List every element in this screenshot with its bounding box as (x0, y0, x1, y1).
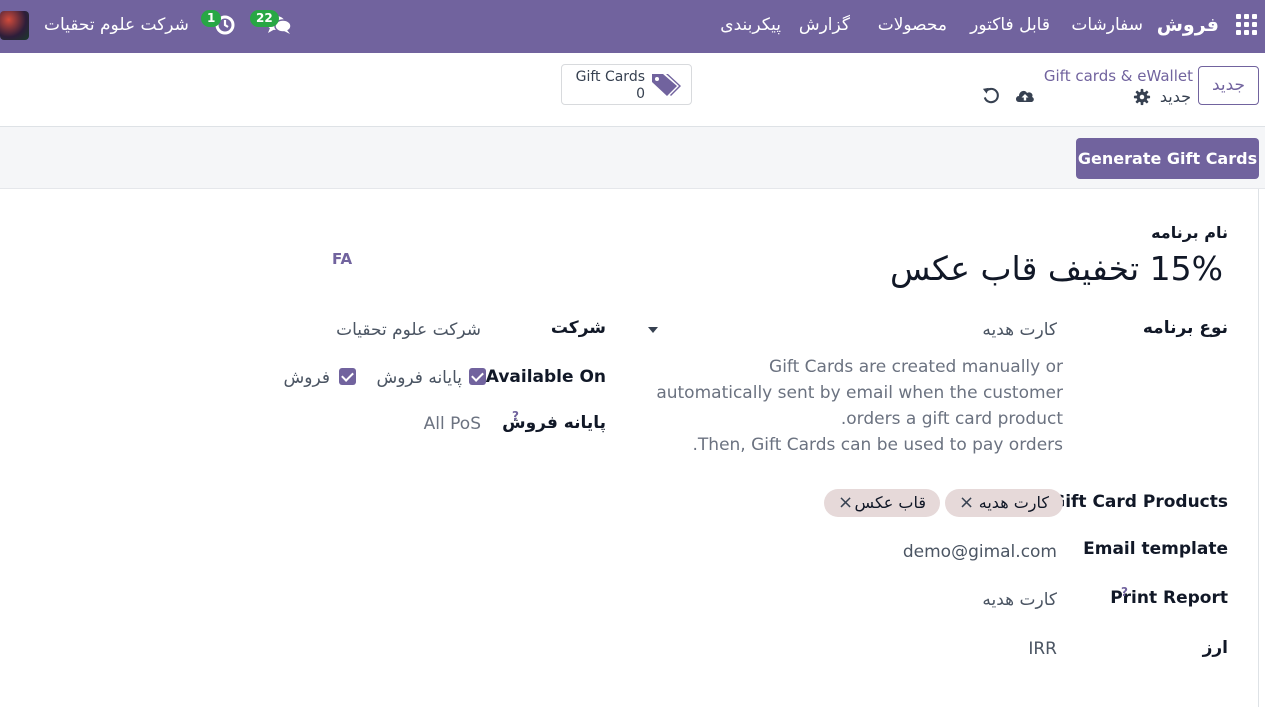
program-type-select[interactable]: کارت هدیه (645, 318, 1061, 344)
company-field[interactable]: شرکت علوم تحقیات (336, 320, 481, 340)
remove-tag-icon[interactable]: × (838, 489, 853, 517)
new-button[interactable]: جدید (1198, 66, 1259, 105)
gift-cards-smart-button[interactable]: Gift Cards 0 (561, 64, 692, 105)
user-avatar[interactable] (0, 11, 29, 40)
available-pos-checkbox[interactable] (469, 368, 486, 385)
program-name-label: نام برنامه (1151, 223, 1228, 242)
smart-button-label: Gift Cards (575, 69, 645, 85)
menu-to-invoice[interactable]: قابل فاکتور (970, 15, 1050, 35)
apps-grid-icon[interactable] (1236, 14, 1257, 35)
email-template-field[interactable]: demo@gimal.com (903, 542, 1057, 562)
product-tag-label: قاب عکس (854, 493, 926, 512)
currency-field[interactable]: IRR (1028, 639, 1057, 659)
undo-icon[interactable] (981, 86, 1000, 105)
chevron-down-icon (648, 327, 658, 333)
menu-orders[interactable]: سفارشات (1071, 15, 1143, 35)
menu-products[interactable]: محصولات (878, 15, 947, 35)
currency-label: ارز (1202, 638, 1228, 658)
available-pos-label: پایانه فروش (376, 368, 462, 388)
company-label: شرکت (550, 318, 606, 338)
available-on-label: Available On (485, 367, 606, 387)
messages-badge: 22 (250, 10, 279, 27)
program-name-input[interactable]: 15% تخفیف قاب عکس (890, 249, 1223, 288)
available-sales-checkbox[interactable] (339, 368, 356, 385)
program-type-value: کارت هدیه (982, 320, 1057, 340)
menu-reporting[interactable]: گزارش (799, 15, 850, 35)
top-navbar: فروش سفارشات قابل فاکتور محصولات گزارش پ… (0, 0, 1265, 53)
cloud-upload-icon[interactable] (1014, 86, 1036, 104)
smart-button-count: 0 (636, 86, 645, 102)
product-tag: × قاب عکس (824, 489, 940, 517)
print-report-field[interactable]: کارت هدیه (982, 590, 1057, 610)
app-name[interactable]: فروش (1157, 14, 1219, 36)
email-template-label: Email template (1083, 539, 1228, 559)
gift-card-products-label: Gift Card Products (1051, 492, 1228, 512)
breadcrumb-current: جدید (1159, 87, 1191, 106)
translate-button[interactable]: FA (332, 250, 352, 268)
company-switcher[interactable]: شرکت علوم تحقیات (44, 15, 189, 35)
breadcrumb-parent[interactable]: Gift cards & eWallet (1044, 67, 1193, 85)
tags-icon (652, 74, 681, 96)
product-tag: × کارت هدیه (945, 489, 1063, 517)
product-tag-label: کارت هدیه (978, 493, 1049, 512)
pos-field[interactable]: All PoS (424, 414, 481, 434)
menu-configuration[interactable]: پیکربندی (720, 15, 781, 35)
gear-icon[interactable] (1133, 88, 1151, 106)
program-type-help-text: Gift Cards are created manually or autom… (656, 357, 1063, 455)
available-sales-label: فروش (283, 368, 330, 388)
print-report-help-icon[interactable]: ? (1121, 585, 1128, 599)
generate-gift-cards-button[interactable]: Generate Gift Cards (1076, 138, 1259, 179)
program-type-label: نوع برنامه (1142, 318, 1228, 338)
remove-tag-icon[interactable]: × (959, 489, 974, 517)
activities-badge: 1 (201, 10, 222, 27)
pos-help-icon[interactable]: ? (512, 409, 519, 423)
